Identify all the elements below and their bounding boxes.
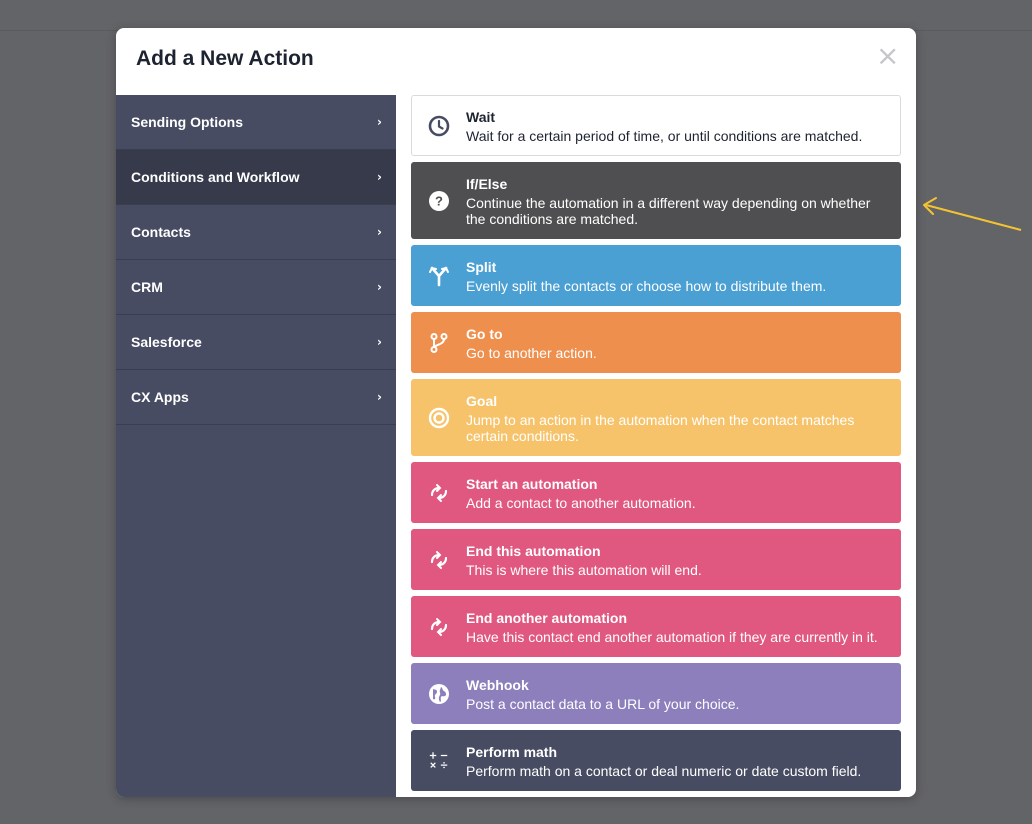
action-title: End this automation — [466, 543, 601, 559]
sidebar-item-crm[interactable]: CRM › — [116, 260, 396, 315]
target-icon — [428, 407, 450, 429]
close-icon[interactable]: × — [876, 42, 899, 70]
chevron-right-icon: › — [377, 280, 382, 294]
sidebar-item-label: Conditions and Workflow — [131, 169, 300, 185]
action-goal[interactable]: Goal Jump to an action in the automation… — [411, 379, 901, 456]
globe-icon — [428, 683, 450, 705]
sidebar-item-salesforce[interactable]: Salesforce › — [116, 315, 396, 370]
action-title: Webhook — [466, 677, 529, 693]
action-description: Add a contact to another automation. — [466, 495, 696, 511]
action-category-sidebar: Sending Options › Conditions and Workflo… — [116, 95, 396, 797]
action-title: Start an automation — [466, 476, 598, 492]
svg-text:?: ? — [435, 193, 443, 208]
sidebar-item-cx-apps[interactable]: CX Apps › — [116, 370, 396, 425]
math-icon — [428, 750, 450, 772]
chevron-right-icon: › — [377, 390, 382, 404]
refresh-icon — [428, 616, 450, 638]
refresh-icon — [428, 549, 450, 571]
chevron-right-icon: › — [377, 335, 382, 349]
action-description: This is where this automation will end. — [466, 562, 702, 578]
action-list: Wait Wait for a certain period of time, … — [411, 95, 901, 797]
action-description: Have this contact end another automation… — [466, 629, 878, 645]
chevron-right-icon: › — [377, 170, 382, 184]
action-if-else[interactable]: ? If/Else Continue the automation in a d… — [411, 162, 901, 239]
chevron-right-icon: › — [377, 225, 382, 239]
sidebar-item-label: Salesforce — [131, 334, 202, 350]
action-description: Go to another action. — [466, 345, 597, 361]
sidebar-item-label: CRM — [131, 279, 163, 295]
action-title: Goal — [466, 393, 498, 409]
refresh-icon — [428, 482, 450, 504]
action-title: Go to — [466, 326, 503, 342]
action-description: Wait for a certain period of time, or un… — [466, 128, 863, 144]
action-end-this-automation[interactable]: End this automation This is where this a… — [411, 529, 901, 590]
action-description: Continue the automation in a different w… — [466, 195, 871, 227]
action-title: Split — [466, 259, 497, 275]
action-title: Perform math — [466, 744, 558, 760]
sidebar-item-label: CX Apps — [131, 389, 189, 405]
action-description: Post a contact data to a URL of your cho… — [466, 696, 740, 712]
clock-icon — [428, 115, 450, 137]
action-end-another-automation[interactable]: End another automation Have this contact… — [411, 596, 901, 657]
goto-icon — [428, 332, 450, 354]
modal-header: Add a New Action × — [116, 28, 916, 95]
sidebar-item-conditions-and-workflow[interactable]: Conditions and Workflow › — [116, 150, 396, 205]
action-title: If/Else — [466, 176, 508, 192]
sidebar-item-contacts[interactable]: Contacts › — [116, 205, 396, 260]
split-icon — [428, 265, 450, 287]
action-wait[interactable]: Wait Wait for a certain period of time, … — [411, 95, 901, 156]
modal-title: Add a New Action — [136, 47, 314, 70]
action-title: End another automation — [466, 610, 627, 626]
sidebar-item-label: Contacts — [131, 224, 191, 240]
action-start-automation[interactable]: Start an automation Add a contact to ano… — [411, 462, 901, 523]
action-description: Jump to an action in the automation when… — [466, 412, 855, 444]
chevron-right-icon: › — [377, 115, 382, 129]
add-action-modal: Add a New Action × Sending Options › Con… — [116, 28, 916, 797]
action-description: Perform math on a contact or deal numeri… — [466, 763, 862, 779]
sidebar-item-label: Sending Options — [131, 114, 243, 130]
action-go-to[interactable]: Go to Go to another action. — [411, 312, 901, 373]
sidebar-item-sending-options[interactable]: Sending Options › — [116, 95, 396, 150]
action-title: Wait — [466, 109, 496, 125]
question-icon: ? — [428, 190, 450, 212]
action-perform-math[interactable]: Perform math Perform math on a contact o… — [411, 730, 901, 791]
action-description: Evenly split the contacts or choose how … — [466, 278, 827, 294]
action-webhook[interactable]: Webhook Post a contact data to a URL of … — [411, 663, 901, 724]
action-split[interactable]: Split Evenly split the contacts or choos… — [411, 245, 901, 306]
